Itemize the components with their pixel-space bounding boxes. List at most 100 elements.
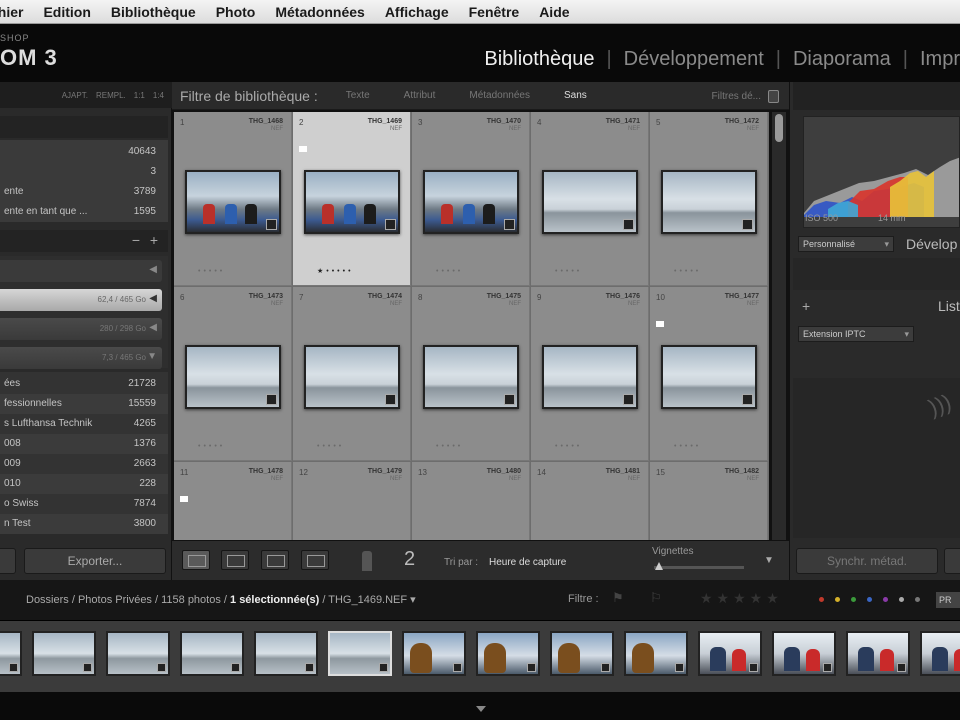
sort-direction-icon[interactable]: 2 <box>404 548 415 571</box>
filmstrip-thumbnail[interactable] <box>328 631 392 676</box>
grid-cell[interactable]: 14THG_1481NEF••••• <box>531 462 649 540</box>
filter-presets[interactable]: Filtres dé... <box>712 91 761 102</box>
zoom-fill[interactable]: REMPL. <box>96 91 126 100</box>
rating-stars[interactable]: ••••• <box>674 443 701 450</box>
grid-cell[interactable]: 12THG_1479NEF••••• <box>293 462 411 540</box>
grid-cell[interactable]: 6 THG_1473 NEF ••••• <box>174 287 292 461</box>
grid-view-button[interactable] <box>182 550 210 570</box>
menu-fichier[interactable]: chier <box>0 4 23 20</box>
filter-attribute[interactable]: Attribut <box>404 90 436 101</box>
edited-badge-icon[interactable] <box>385 219 396 230</box>
folders-header[interactable]: − + <box>0 230 168 252</box>
label-other-icon[interactable] <box>915 597 920 602</box>
label-none-icon[interactable] <box>899 597 904 602</box>
rating-filter[interactable]: ★★★★★ <box>700 590 783 607</box>
grid-cell[interactable]: 7 THG_1474 NEF ••••• <box>293 287 411 461</box>
filter-metadata[interactable]: Métadonnées <box>469 90 530 101</box>
grid-cell[interactable]: 11THG_1478NEF••••• <box>174 462 292 540</box>
filmstrip-thumbnail[interactable] <box>106 631 170 676</box>
triangle-down-icon[interactable] <box>476 706 486 712</box>
volume-row[interactable]: 7,3 / 465 Go ▼ <box>0 347 162 369</box>
edited-badge-icon[interactable] <box>504 219 515 230</box>
metadata-preset-select[interactable]: Extension IPTC ▾ <box>798 326 914 342</box>
edited-badge-icon[interactable] <box>385 394 396 405</box>
flag-icon[interactable] <box>180 496 188 502</box>
label-green-icon[interactable] <box>851 597 856 602</box>
plus-icon[interactable]: + <box>150 232 158 248</box>
rating-stars[interactable]: ••••• <box>198 443 225 450</box>
spray-can-icon[interactable] <box>362 551 372 571</box>
filmstrip-thumbnail[interactable] <box>254 631 318 676</box>
menu-edition[interactable]: Edition <box>43 4 90 20</box>
filmstrip-thumbnail[interactable] <box>550 631 614 676</box>
edited-badge-icon[interactable] <box>623 394 634 405</box>
photo-thumbnail[interactable] <box>185 170 281 234</box>
filmstrip-thumbnail[interactable] <box>624 631 688 676</box>
filter-preset[interactable]: PR <box>936 592 960 608</box>
plus-icon[interactable]: + <box>802 298 810 314</box>
unflag-filter-icon[interactable]: ⚐ <box>650 590 662 606</box>
photo-thumbnail[interactable] <box>304 170 400 234</box>
module-print[interactable]: Impr <box>920 48 960 71</box>
filmstrip-thumbnail[interactable] <box>920 631 960 676</box>
folder-row[interactable]: n Test 3800 <box>0 514 168 534</box>
module-slideshow[interactable]: Diaporama <box>793 48 891 71</box>
edited-badge-icon[interactable] <box>742 394 753 405</box>
catalog-row[interactable]: 40643 <box>0 142 168 162</box>
flag-icon[interactable] <box>299 146 307 152</box>
rating-stars[interactable]: ★••••• <box>317 267 354 275</box>
edited-badge-icon[interactable] <box>623 219 634 230</box>
folder-row[interactable]: 010 228 <box>0 474 168 494</box>
grid-cell[interactable]: 5 THG_1472 NEF ••••• <box>650 112 768 286</box>
photo-thumbnail[interactable] <box>661 170 757 234</box>
grid-cell[interactable]: 3 THG_1470 NEF ••••• <box>412 112 530 286</box>
lock-icon[interactable] <box>768 90 779 103</box>
filmstrip-thumbnail[interactable] <box>698 631 762 676</box>
loupe-view-button[interactable] <box>221 550 249 570</box>
minus-icon[interactable]: − <box>132 232 140 248</box>
filmstrip-thumbnail[interactable] <box>476 631 540 676</box>
filter-text[interactable]: Texte <box>346 90 370 101</box>
edited-badge-icon[interactable] <box>266 219 277 230</box>
photo-thumbnail[interactable] <box>661 345 757 409</box>
filmstrip-thumbnail[interactable] <box>180 631 244 676</box>
label-red-icon[interactable] <box>819 597 824 602</box>
menu-affichage[interactable]: Affichage <box>385 4 449 20</box>
grid-cell[interactable]: 10 THG_1477 NEF ••••• <box>650 287 768 461</box>
photo-thumbnail[interactable] <box>542 170 638 234</box>
folder-row[interactable]: 009 2663 <box>0 454 168 474</box>
flag-icon[interactable] <box>656 321 664 327</box>
photo-thumbnail[interactable] <box>542 345 638 409</box>
photo-thumbnail[interactable] <box>304 345 400 409</box>
folder-row[interactable]: fessionnelles 15559 <box>0 394 168 414</box>
label-purple-icon[interactable] <box>883 597 888 602</box>
filmstrip-thumbnail[interactable] <box>0 631 22 676</box>
edited-badge-icon[interactable] <box>504 394 515 405</box>
zoom-1-1[interactable]: 1:1 <box>134 91 145 100</box>
toolbar-menu-icon[interactable]: ▼ <box>764 555 774 566</box>
rating-stars[interactable]: ••••• <box>436 443 463 450</box>
grid-cell[interactable]: 9 THG_1476 NEF ••••• <box>531 287 649 461</box>
grid-scrollbar[interactable] <box>772 112 786 540</box>
grid-cell[interactable]: 4 THG_1471 NEF ••••• <box>531 112 649 286</box>
volume-row[interactable]: ◀ <box>0 260 162 282</box>
filmstrip-thumbnail[interactable] <box>846 631 910 676</box>
quick-develop-title[interactable]: Dévelop <box>906 236 957 252</box>
rating-stars[interactable]: ••••• <box>198 268 225 275</box>
folder-row[interactable]: 008 1376 <box>0 434 168 454</box>
rating-stars[interactable]: ••••• <box>674 268 701 275</box>
menu-bibliotheque[interactable]: Bibliothèque <box>111 4 196 20</box>
grid-cell[interactable]: 2 THG_1469 NEF ★••••• <box>293 112 411 286</box>
filmstrip-thumbnail[interactable] <box>32 631 96 676</box>
catalog-row[interactable]: ente en tant que ... 1595 <box>0 202 168 222</box>
menu-photo[interactable]: Photo <box>216 4 256 20</box>
preset-select[interactable]: Personnalisé ▾ <box>798 236 894 252</box>
edited-badge-icon[interactable] <box>266 394 277 405</box>
label-yellow-icon[interactable] <box>835 597 840 602</box>
grid-cell[interactable]: 15THG_1482NEF••••• <box>650 462 768 540</box>
menu-metadonnees[interactable]: Métadonnées <box>275 4 364 20</box>
module-library[interactable]: Bibliothèque <box>484 48 594 71</box>
filmstrip-thumbnail[interactable] <box>772 631 836 676</box>
folder-row[interactable]: o Swiss 7874 <box>0 494 168 514</box>
sync-metadata-button[interactable]: Synchr. métad. <box>796 548 938 574</box>
